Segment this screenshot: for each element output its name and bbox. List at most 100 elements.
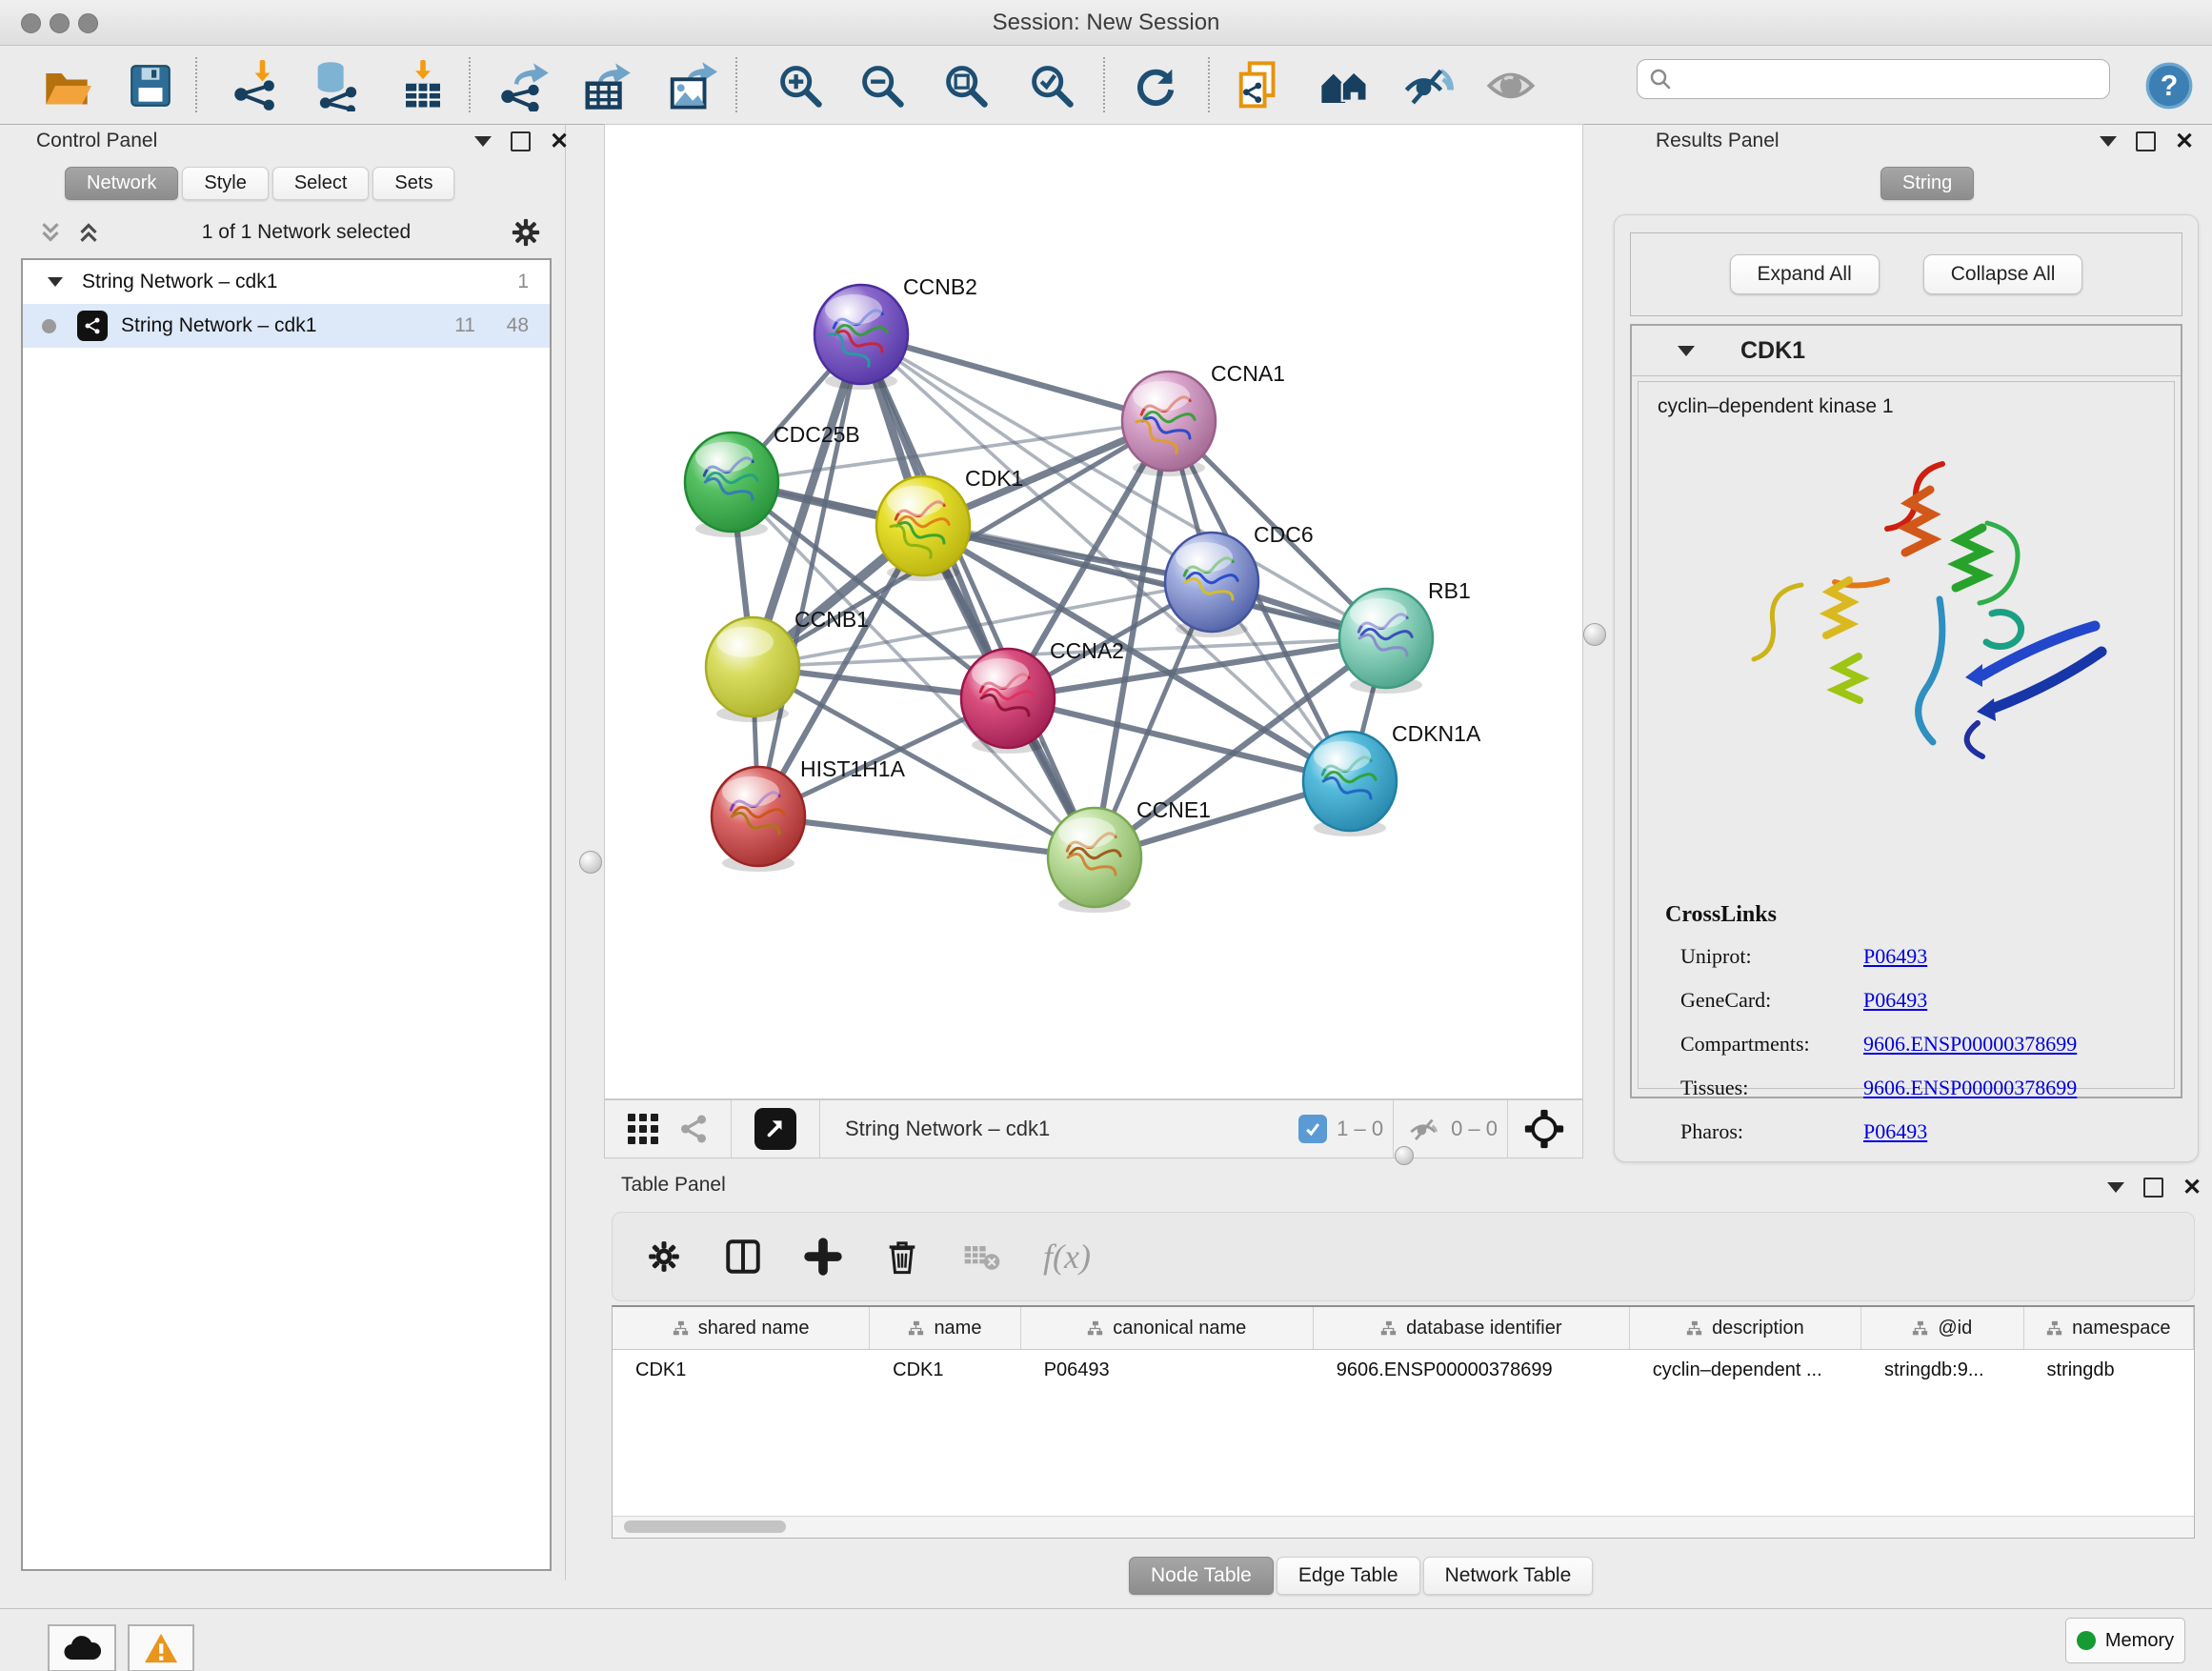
tab-style[interactable]: Style: [182, 167, 268, 200]
import-table-button[interactable]: [392, 54, 454, 117]
right-splitter-handle[interactable]: [1583, 623, 1606, 646]
share-view-icon[interactable]: [677, 1113, 710, 1145]
horizontal-scrollbar[interactable]: [613, 1516, 2194, 1538]
column-header--id[interactable]: @id: [1861, 1307, 2023, 1349]
maximize-panel-icon[interactable]: [511, 131, 531, 151]
node-CDKN1A[interactable]: CDKN1A: [1303, 721, 1481, 836]
left-splitter-handle[interactable]: [579, 851, 602, 874]
birdseye-view-button[interactable]: [754, 1108, 796, 1150]
import-network-from-database-button[interactable]: [307, 54, 370, 117]
hide-labels-button[interactable]: [1397, 54, 1459, 117]
node-CDC6[interactable]: CDC6: [1165, 522, 1314, 637]
tab-select[interactable]: Select: [272, 167, 370, 200]
network-snapshot-button[interactable]: [1229, 54, 1292, 117]
zoom-out-button[interactable]: [851, 54, 914, 117]
search-input[interactable]: [1679, 68, 2109, 91]
crosslink-link[interactable]: P06493: [1863, 988, 1927, 1013]
node-CDC25B[interactable]: CDC25B: [685, 422, 860, 537]
float-panel-icon[interactable]: [474, 136, 492, 147]
delete-column-icon[interactable]: [883, 1238, 921, 1276]
zoom-out-icon: [857, 61, 907, 111]
crosslink-label: Compartments:: [1680, 1032, 1810, 1057]
export-table-button[interactable]: [575, 54, 638, 117]
zoom-selected-button[interactable]: [1020, 54, 1083, 117]
node-CDK1[interactable]: CDK1: [876, 466, 1023, 581]
grid-view-icon[interactable]: [626, 1112, 660, 1146]
help-button[interactable]: ?: [2138, 54, 2201, 117]
show-all-networks-button[interactable]: [1313, 54, 1376, 117]
tab-network-table[interactable]: Network Table: [1423, 1557, 1594, 1595]
close-panel-icon[interactable]: ✕: [2182, 1179, 2202, 1196]
cloud-button[interactable]: [48, 1624, 116, 1671]
node-label-CDKN1A: CDKN1A: [1392, 721, 1481, 746]
tab-sets[interactable]: Sets: [372, 167, 454, 200]
column-header-description[interactable]: description: [1630, 1307, 1861, 1349]
show-graphics-details-button[interactable]: [1479, 54, 1542, 117]
collection-expander-icon[interactable]: [48, 277, 63, 287]
column-header-shared-name[interactable]: shared name: [613, 1307, 870, 1349]
memory-button[interactable]: Memory: [2065, 1618, 2185, 1663]
crosslink-link[interactable]: P06493: [1863, 944, 1927, 969]
expand-all-button[interactable]: Expand All: [1730, 254, 1880, 294]
table-row[interactable]: CDK1CDK1P064939606.ENSP00000378699cyclin…: [613, 1350, 2194, 1390]
network-collection-row[interactable]: String Network – cdk1 1: [23, 260, 550, 304]
node-RB1[interactable]: RB1: [1339, 578, 1471, 694]
node-CCNB2[interactable]: CCNB2: [814, 274, 977, 390]
column-header-name[interactable]: name: [870, 1307, 1021, 1349]
fit-content-button[interactable]: [935, 54, 997, 117]
column-header-canonical-name[interactable]: canonical name: [1021, 1307, 1314, 1349]
protein-header-row[interactable]: CDK1: [1632, 326, 2181, 376]
eye-icon: [1485, 60, 1537, 111]
network-canvas[interactable]: CCNB2CCNA1CDC25BCDK1CDC6RB1CCNB1CCNA2CDK…: [604, 124, 1583, 1099]
node-label-CCNE1: CCNE1: [1136, 797, 1211, 822]
float-panel-icon[interactable]: [2107, 1182, 2124, 1193]
network-row-selected[interactable]: String Network – cdk1 11 48: [23, 304, 550, 348]
collapse-all-icon[interactable]: [36, 218, 65, 247]
protein-expander-icon[interactable]: [1678, 346, 1695, 356]
float-panel-icon[interactable]: [2100, 136, 2117, 147]
export-network-button[interactable]: [493, 54, 556, 117]
column-header-namespace[interactable]: namespace: [2024, 1307, 2194, 1349]
crosslink-link[interactable]: P06493: [1863, 1119, 1927, 1144]
edge-CCNB2-HIST1H1A[interactable]: [758, 334, 861, 816]
edge-HIST1H1A-CCNE1[interactable]: [758, 816, 1095, 857]
control-panel-title: Control Panel: [36, 130, 157, 152]
import-network-button[interactable]: [227, 54, 290, 117]
maximize-panel-icon[interactable]: [2136, 131, 2156, 151]
table-gear-icon[interactable]: [645, 1238, 683, 1276]
column-header-database-identifier[interactable]: database identifier: [1314, 1307, 1630, 1349]
close-panel-icon[interactable]: ✕: [2175, 133, 2194, 150]
expand-all-icon[interactable]: [74, 218, 103, 247]
node-CCNE1[interactable]: CCNE1: [1048, 797, 1211, 913]
node-HIST1H1A[interactable]: HIST1H1A: [712, 756, 906, 872]
tab-edge-table[interactable]: Edge Table: [1277, 1557, 1420, 1595]
zoom-in-button[interactable]: [769, 54, 832, 117]
save-session-button[interactable]: [119, 54, 182, 117]
show-columns-icon[interactable]: [723, 1237, 763, 1277]
add-column-icon[interactable]: [803, 1237, 843, 1277]
crosshair-icon[interactable]: [1523, 1108, 1565, 1150]
horizontal-splitter-handle[interactable]: [1395, 1146, 1414, 1165]
open-session-button[interactable]: [35, 54, 98, 117]
network-view-title: String Network – cdk1: [845, 1117, 1298, 1141]
edge-CCNA2-CDKN1A[interactable]: [1008, 698, 1350, 781]
crosslink-link[interactable]: 9606.ENSP00000378699: [1863, 1076, 2077, 1100]
export-image-button[interactable]: [660, 54, 723, 117]
close-panel-icon[interactable]: ✕: [550, 133, 569, 150]
column-type-icon: [2046, 1320, 2062, 1337]
scrollbar-thumb[interactable]: [624, 1520, 786, 1533]
selected-counts: 1 – 0: [1337, 1117, 1383, 1141]
selected-checkbox-icon[interactable]: [1298, 1115, 1327, 1143]
maximize-panel-icon[interactable]: [2143, 1178, 2163, 1198]
save-icon: [127, 62, 174, 110]
refresh-button[interactable]: [1124, 54, 1187, 117]
tab-node-table[interactable]: Node Table: [1129, 1557, 1274, 1595]
node-count: 11: [454, 314, 475, 337]
warnings-button[interactable]: [128, 1624, 194, 1671]
gear-icon[interactable]: [510, 216, 542, 249]
crosslink-link[interactable]: 9606.ENSP00000378699: [1863, 1032, 2077, 1057]
node-table[interactable]: shared namenamecanonical namedatabase id…: [612, 1305, 2195, 1539]
collapse-all-button[interactable]: Collapse All: [1923, 254, 2083, 294]
tab-network[interactable]: Network: [65, 167, 178, 200]
results-tab-string[interactable]: String: [1880, 167, 1974, 200]
